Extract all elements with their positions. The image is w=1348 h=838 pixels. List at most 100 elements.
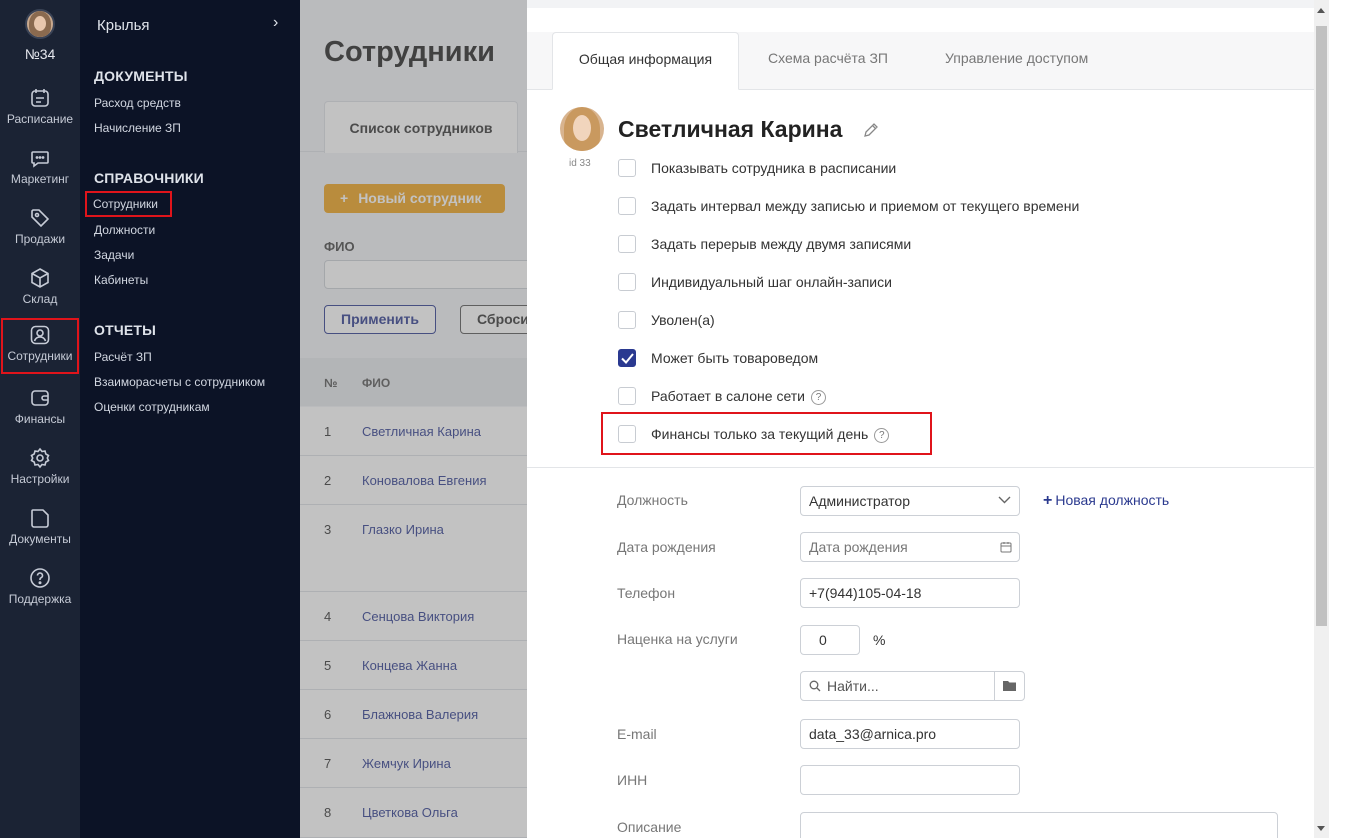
employee-avatar[interactable] — [560, 107, 604, 151]
position-label: Должность — [617, 492, 688, 508]
checkmark-icon — [621, 353, 634, 364]
modal-scrollbar[interactable] — [1314, 0, 1348, 838]
phone-input[interactable]: +7(944)105-04-18 — [800, 578, 1020, 608]
help-icon — [30, 568, 50, 588]
markup-label: Наценка на услуги — [617, 631, 738, 647]
search-icon — [809, 680, 821, 692]
calendar-icon — [31, 89, 49, 107]
checkbox-label-text: Работает в салоне сети — [651, 388, 806, 404]
nav-sales[interactable]: Продажи — [0, 203, 80, 259]
plus-icon: + — [1043, 492, 1053, 509]
checkbox[interactable] — [618, 235, 636, 253]
highlight-box — [601, 412, 932, 455]
email-input[interactable]: data_33@arnica.pro — [800, 719, 1020, 749]
employee-modal: Общая информация Схема расчёта ЗП Управл… — [527, 0, 1314, 838]
new-position-label: Новая должность — [1055, 492, 1170, 508]
position-select[interactable]: Администратор — [800, 486, 1020, 516]
markup-unit: % — [873, 632, 886, 648]
nav-label: Настройки — [10, 472, 70, 486]
checkbox[interactable] — [618, 197, 636, 215]
employee-name: Светличная Карина — [618, 116, 843, 142]
inn-input[interactable] — [800, 765, 1020, 795]
birthdate-input[interactable]: Дата рождения — [800, 532, 1020, 562]
section-divider — [527, 467, 1314, 468]
tab-access-control[interactable]: Управление доступом — [945, 32, 1088, 90]
menu-link-salary-calc[interactable]: Расчёт ЗП — [94, 350, 152, 364]
gear-icon — [30, 447, 50, 469]
scroll-up-icon[interactable] — [1317, 8, 1325, 13]
document-icon — [31, 509, 49, 528]
new-position-link[interactable]: + Новая должность — [1043, 492, 1169, 510]
menu-link-settlements[interactable]: Взаиморасчеты с сотрудником — [94, 375, 265, 389]
modal-tabs: Общая информация Схема расчёта ЗП Управл… — [527, 32, 1314, 90]
phone-label: Телефон — [617, 585, 676, 601]
description-label: Описание — [617, 819, 682, 835]
chevron-down-icon — [998, 496, 1011, 504]
nav-label: Поддержка — [8, 592, 72, 606]
salon-avatar[interactable] — [25, 9, 55, 39]
checkbox[interactable] — [618, 273, 636, 291]
nav-warehouse[interactable]: Склад — [0, 263, 80, 319]
employee-id: id 33 — [569, 158, 591, 169]
checkbox-label: Задать интервал между записью и приемом … — [651, 198, 1080, 214]
menu-link-expenses[interactable]: Расход средств — [94, 96, 181, 110]
menu-link-salary-accrual[interactable]: Начисление ЗП — [94, 121, 181, 135]
salon-number: №34 — [24, 46, 56, 62]
inn-label: ИНН — [617, 772, 648, 788]
menu-section-title: ДОКУМЕНТЫ — [94, 68, 188, 84]
nav-support[interactable]: Поддержка — [0, 563, 80, 619]
nav-finance[interactable]: Финансы — [0, 383, 80, 439]
nav-documents[interactable]: Документы — [0, 503, 80, 559]
wallet-icon — [31, 390, 49, 406]
scrollbar-thumb[interactable] — [1316, 26, 1327, 626]
nav-label: Сотрудники — [7, 349, 73, 363]
nav-label: Склад — [22, 292, 58, 306]
position-value: Администратор — [809, 493, 911, 509]
nav-label: Маркетинг — [10, 172, 70, 186]
nav-marketing[interactable]: Маркетинг — [0, 143, 80, 199]
nav-employees[interactable]: Сотрудники — [1, 318, 79, 374]
menu-section-title: ОТЧЕТЫ — [94, 322, 157, 338]
birthdate-placeholder: Дата рождения — [809, 539, 908, 555]
chevron-right-icon[interactable]: › — [273, 14, 278, 32]
menu-section-title: СПРАВОЧНИКИ — [94, 170, 204, 186]
checkbox-label: Может быть товароведом — [651, 350, 819, 366]
checkbox-label: Задать перерыв между двумя записями — [651, 236, 912, 252]
checkbox[interactable] — [618, 349, 636, 367]
checkbox[interactable] — [618, 159, 636, 177]
menu-breadcrumb[interactable]: Крылья — [97, 17, 150, 34]
user-icon — [30, 325, 50, 345]
checkbox[interactable] — [618, 311, 636, 329]
checkbox-label: Индивидуальный шаг онлайн-записи — [651, 274, 892, 290]
checkbox[interactable] — [618, 387, 636, 405]
folder-button[interactable] — [994, 672, 1024, 700]
menu-link-ratings[interactable]: Оценки сотрудникам — [94, 400, 210, 414]
calendar-icon[interactable] — [1000, 541, 1012, 553]
tab-general-info[interactable]: Общая информация — [552, 32, 739, 90]
nav-label: Расписание — [6, 112, 74, 126]
nav-schedule[interactable]: Расписание — [0, 83, 80, 139]
menu-link-positions[interactable]: Должности — [94, 223, 155, 237]
search-placeholder: Найти... — [827, 678, 879, 694]
main-nav-rail: №34 Расписание Маркетинг Продажи Склад С… — [0, 0, 80, 838]
menu-link-employees[interactable]: Сотрудники — [85, 191, 172, 217]
pencil-icon[interactable] — [863, 122, 879, 138]
menu-link-tasks[interactable]: Задачи — [94, 248, 134, 262]
scroll-down-icon[interactable] — [1317, 826, 1325, 831]
section-menu: Крылья › ДОКУМЕНТЫ Расход средств Начисл… — [80, 0, 300, 838]
folder-icon — [1003, 681, 1016, 691]
tab-salary-scheme[interactable]: Схема расчёта ЗП — [768, 32, 888, 90]
birthdate-label: Дата рождения — [617, 539, 716, 555]
menu-link-rooms[interactable]: Кабинеты — [94, 273, 148, 287]
chat-icon — [31, 151, 49, 168]
nav-settings[interactable]: Настройки — [0, 443, 80, 499]
search-input[interactable]: Найти... — [800, 671, 1025, 701]
description-textarea[interactable] — [800, 812, 1278, 838]
checkbox-label: Работает в салоне сети? — [651, 388, 827, 405]
nav-label: Продажи — [14, 232, 66, 246]
markup-input[interactable]: 0 — [800, 625, 860, 655]
nav-label: Документы — [9, 532, 71, 546]
nav-label: Финансы — [14, 412, 66, 426]
help-icon[interactable]: ? — [811, 390, 827, 405]
tag-icon — [31, 209, 50, 228]
